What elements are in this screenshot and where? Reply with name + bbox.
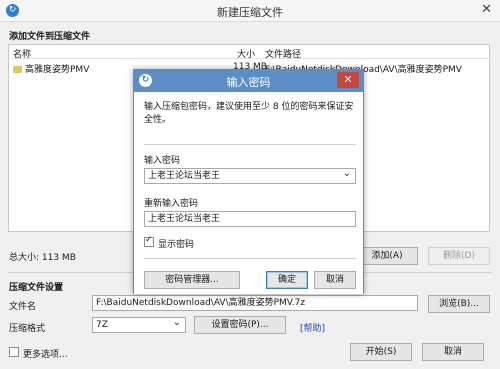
column-header-name[interactable]: 名称 <box>13 47 31 60</box>
reenter-password-label: 重新输入密码 <box>144 199 199 209</box>
folder-icon <box>13 66 22 73</box>
settings-section-title: 压缩文件设置 <box>9 283 64 293</box>
password-dialog: ↻ 输入密码 ✕ 输入压缩包密码，建议使用至少 8 位的密码来保证安全性。 输入… <box>133 69 364 294</box>
delete-button[interactable]: 删除(D) <box>428 247 490 265</box>
file-list-header: 名称 大小 文件路径 <box>9 45 489 60</box>
format-select[interactable]: 7Z <box>92 317 186 333</box>
more-options-checkbox[interactable] <box>9 347 19 357</box>
dialog-title: 输入密码 <box>226 76 271 89</box>
start-button[interactable]: 开始(S) <box>350 343 412 361</box>
show-password-label[interactable]: 显示密码 <box>158 237 194 250</box>
title-bar: ↻ 新建压缩文件 ✕ <box>0 0 500 22</box>
dialog-body: 输入压缩包密码，建议使用至少 8 位的密码来保证安全性。 输入密码 上老王论坛当… <box>134 92 363 294</box>
ok-button[interactable]: 确定 <box>266 271 308 289</box>
column-header-path[interactable]: 文件路径 <box>265 47 301 60</box>
dialog-divider-bottom <box>144 258 356 259</box>
add-button[interactable]: 添加(A) <box>356 247 418 265</box>
total-size: 总大小: 113 MB <box>9 253 76 263</box>
column-header-size[interactable]: 大小 <box>237 47 255 60</box>
dialog-close-icon[interactable]: ✕ <box>337 72 359 88</box>
reenter-password-input[interactable]: 上老王论坛当老王 <box>144 211 356 227</box>
dialog-title-bar: ↻ 输入密码 ✕ <box>134 70 363 92</box>
format-label: 压缩格式 <box>9 324 46 334</box>
filename-input[interactable]: F:\BaiduNetdiskDownload\AV\高雅度姿势PMV.7z <box>92 295 418 311</box>
file-name: 高雅度姿势PMV <box>25 65 90 75</box>
set-password-button[interactable]: 设置密码(P)... <box>194 316 286 334</box>
password-input[interactable]: 上老王论坛当老王 <box>144 168 356 184</box>
dialog-hint: 输入压缩包密码，建议使用至少 8 位的密码来保证安全性。 <box>144 102 354 125</box>
browse-button[interactable]: 浏览(B)... <box>428 295 490 313</box>
more-options-label[interactable]: 更多选项... <box>23 347 68 360</box>
dialog-cancel-button[interactable]: 取消 <box>314 271 356 289</box>
close-icon[interactable]: ✕ <box>481 2 492 17</box>
show-password-checkbox[interactable] <box>144 235 154 247</box>
filename-label: 文件名 <box>9 302 37 312</box>
window-title: 新建压缩文件 <box>217 6 283 19</box>
password-label: 输入密码 <box>144 156 181 166</box>
cancel-button[interactable]: 取消 <box>422 343 484 361</box>
dialog-divider <box>144 144 356 145</box>
password-manager-button[interactable]: 密码管理器... <box>144 271 240 289</box>
help-link[interactable]: [帮助] <box>300 321 325 334</box>
add-files-section-title: 添加文件到压缩文件 <box>9 32 91 42</box>
